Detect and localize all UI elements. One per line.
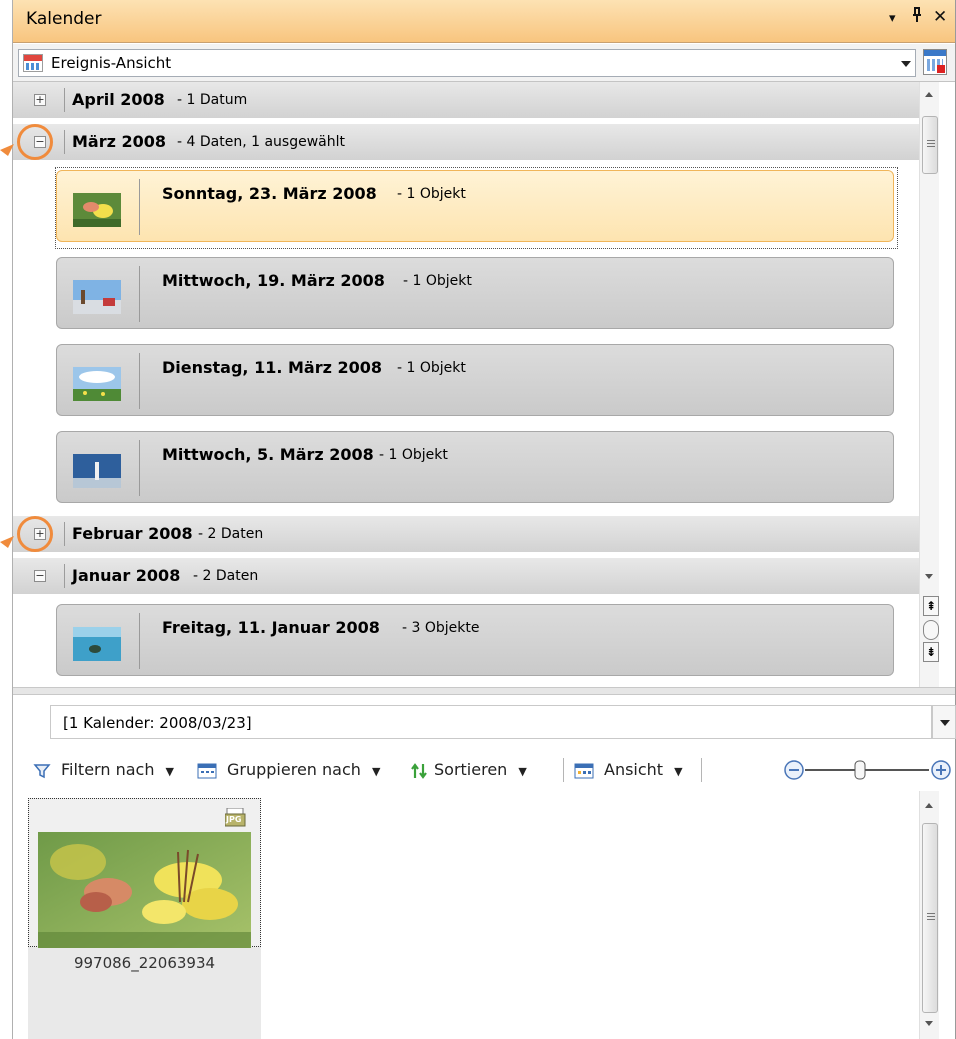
scrollbar-thumb[interactable] [922, 116, 938, 174]
panel-title-bar: Kalender ▾ ✕ [13, 0, 955, 43]
group-by-label: Gruppieren nach [227, 760, 361, 779]
event-tree: + April 2008 - 1 Datum − März 2008 - 4 D… [13, 82, 919, 687]
sort-button[interactable]: Sortieren ▼ [410, 760, 527, 779]
group-subtitle: - 2 Daten [193, 568, 259, 584]
jpg-file-icon: JPG [224, 807, 247, 828]
item-thumbnail [73, 367, 121, 401]
thumbnail-area: JPG 997086_22063934 [13, 791, 937, 1039]
item-thumbnail [73, 193, 121, 227]
thumbnail-frame: JPG [28, 798, 261, 948]
callout-ring-februar [17, 516, 53, 552]
thumbnail-scrollbar[interactable] [919, 791, 939, 1039]
group-title: Februar 2008 [72, 524, 193, 543]
group-icon [197, 763, 217, 779]
item-subtitle: - 3 Objekte [402, 620, 480, 636]
date-item-2008-03-05[interactable]: Mittwoch, 5. März 2008 - 1 Objekt [56, 431, 894, 503]
item-subtitle: - 1 Objekt [397, 360, 466, 376]
group-subtitle: - 4 Daten, 1 ausgewählt [177, 134, 345, 150]
view-icon [574, 763, 594, 779]
zoom-slider-graphic [784, 760, 951, 780]
panel-menu-button[interactable]: ▾ [889, 11, 896, 26]
scroll-up-icon[interactable] [925, 803, 933, 808]
group-subtitle: - 2 Daten [198, 526, 264, 542]
item-subtitle: - 1 Objekt [397, 186, 466, 202]
date-item-2008-03-19[interactable]: Mittwoch, 19. März 2008 - 1 Objekt [56, 257, 894, 329]
expand-icon[interactable]: + [34, 94, 46, 106]
thumbnail-toolbar: Filtern nach ▼ Gruppieren nach ▼ Sortier… [13, 750, 955, 790]
close-button[interactable]: ✕ [933, 7, 947, 27]
item-thumbnail [73, 627, 121, 661]
filter-summary[interactable]: [1 Kalender: 2008/03/23] [50, 705, 932, 739]
collapse-icon[interactable]: − [34, 570, 46, 582]
date-item-2008-03-11[interactable]: Dienstag, 11. März 2008 - 1 Objekt [56, 344, 894, 416]
thumbnail-card[interactable]: JPG 997086_22063934 [28, 798, 261, 1039]
filter-label: Filtern nach [61, 760, 155, 779]
group-april-2008[interactable]: + April 2008 - 1 Datum [13, 82, 919, 118]
photo-thumbnail [38, 832, 251, 948]
scroll-bottom-button[interactable]: ⇟ [923, 642, 939, 662]
zoom-slider-thumb[interactable] [854, 760, 866, 780]
calendar-icon [23, 54, 43, 72]
group-title: Januar 2008 [72, 566, 181, 585]
scroll-up-icon[interactable] [925, 92, 933, 97]
scroll-down-icon[interactable] [925, 574, 933, 579]
group-januar-2008[interactable]: − Januar 2008 - 2 Daten [13, 558, 919, 594]
sort-arrows-icon [411, 763, 427, 779]
filter-button[interactable]: Filtern nach ▼ [33, 760, 174, 779]
date-item-2008-01-11[interactable]: Freitag, 11. Januar 2008 - 3 Objekte [56, 604, 894, 676]
view-selector[interactable]: Ereignis-Ansicht [18, 49, 916, 77]
date-item-2008-03-23[interactable]: Sonntag, 23. März 2008 - 1 Objekt [56, 170, 894, 242]
item-title: Freitag, 11. Januar 2008 [162, 618, 380, 637]
view-selector-value: Ereignis-Ansicht [51, 54, 172, 72]
callout-arrows [0, 144, 14, 548]
filter-dropdown-button[interactable] [932, 705, 956, 739]
item-thumbnail [73, 454, 121, 488]
chevron-down-icon[interactable] [901, 61, 911, 67]
scroll-top-button[interactable]: ⇞ [923, 596, 939, 616]
calendar-panel: Kalender ▾ ✕ Ereignis-Ansicht + April 20… [12, 0, 956, 1039]
scrollbar-thumb[interactable] [922, 823, 938, 1013]
group-by-button[interactable]: Gruppieren nach ▼ [197, 760, 380, 779]
jpg-badge-text: JPG [226, 815, 242, 824]
group-subtitle: - 1 Datum [177, 92, 248, 108]
item-subtitle: - 1 Objekt [403, 273, 472, 289]
sort-label: Sortieren [434, 760, 508, 779]
pin-button[interactable] [911, 7, 923, 28]
panel-title: Kalender [26, 9, 102, 29]
pin-icon [913, 7, 921, 22]
item-title: Sonntag, 23. März 2008 [162, 184, 377, 203]
group-title: März 2008 [72, 132, 167, 151]
calendar-picker-button[interactable] [923, 49, 947, 75]
tree-scrollbar[interactable]: ⇞ ⇟ [919, 82, 939, 687]
group-februar-2008[interactable]: + Februar 2008 - 2 Daten [13, 516, 919, 552]
callout-ring-maerz [17, 124, 53, 160]
item-subtitle: - 1 Objekt [379, 447, 448, 463]
item-title: Dienstag, 11. März 2008 [162, 358, 383, 377]
view-label: Ansicht [604, 760, 664, 779]
funnel-icon [33, 764, 51, 779]
scroll-center-button[interactable] [923, 620, 939, 640]
scroll-down-icon[interactable] [925, 1021, 933, 1026]
zoom-slider[interactable] [783, 758, 953, 782]
filter-summary-value: [1 Kalender: 2008/03/23] [63, 714, 252, 732]
pane-splitter[interactable] [13, 687, 955, 695]
thumbnail-caption: 997086_22063934 [73, 954, 216, 972]
chevron-down-icon [940, 720, 950, 726]
view-button[interactable]: Ansicht ▼ [574, 760, 683, 779]
group-maerz-2008[interactable]: − März 2008 - 4 Daten, 1 ausgewählt [13, 124, 919, 160]
view-selector-bar: Ereignis-Ansicht [13, 44, 955, 82]
group-title: April 2008 [72, 90, 165, 109]
item-title: Mittwoch, 5. März 2008 [162, 445, 374, 464]
item-thumbnail [73, 280, 121, 314]
item-title: Mittwoch, 19. März 2008 [162, 271, 385, 290]
